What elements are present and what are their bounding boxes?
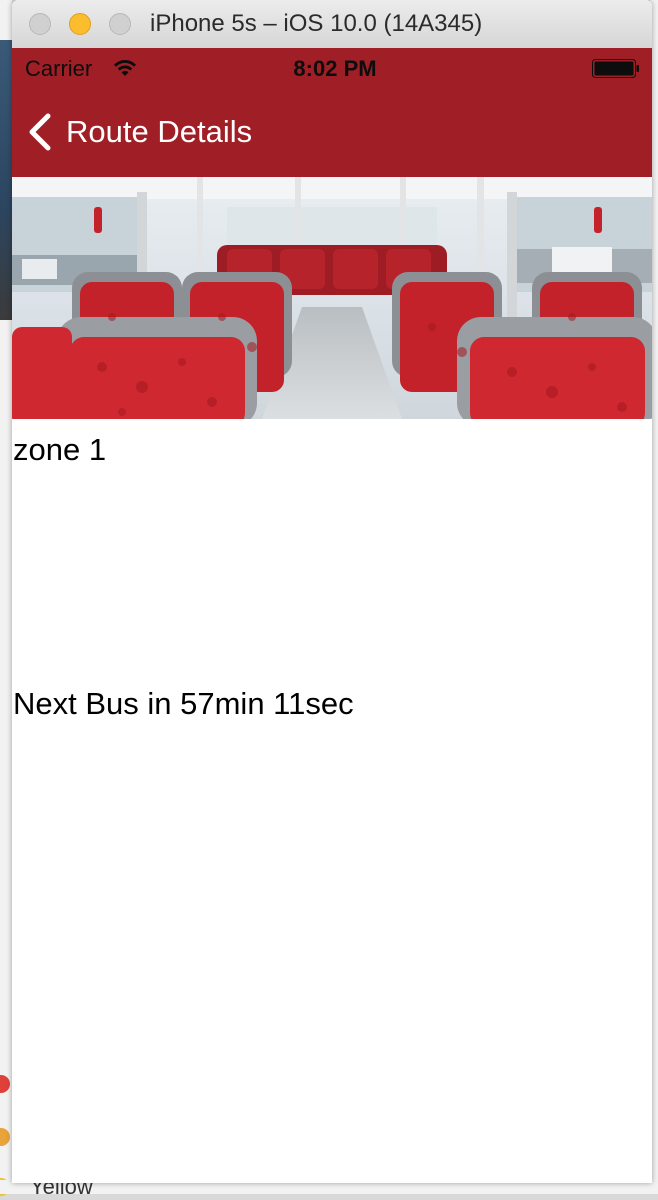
- window-close-button[interactable]: [29, 13, 51, 35]
- window-minimize-button[interactable]: [69, 13, 91, 35]
- window-titlebar[interactable]: iPhone 5s – iOS 10.0 (14A345): [12, 0, 652, 49]
- back-button[interactable]: Route Details: [26, 110, 252, 154]
- chevron-left-icon: [29, 113, 51, 151]
- window-title: iPhone 5s – iOS 10.0 (14A345): [150, 10, 483, 37]
- navigation-bar: Carrier 8:02 PM Route Details: [12, 48, 652, 177]
- bus-interior-illustration: [12, 177, 652, 419]
- window-zoom-button[interactable]: [109, 13, 131, 35]
- desktop-background-left: [0, 0, 12, 1194]
- next-bus-countdown: Next Bus in 57min 11sec: [13, 686, 354, 721]
- desktop-wallpaper-fragment: [0, 40, 12, 320]
- simulator-window: iPhone 5s – iOS 10.0 (14A345) Carrier 8:…: [12, 0, 652, 1183]
- back-button-label: Route Details: [66, 114, 253, 149]
- device-screen: Carrier 8:02 PM Route Details zone 1 Nex…: [12, 48, 652, 1183]
- battery-icon: [592, 59, 639, 78]
- status-bar: Carrier 8:02 PM: [12, 48, 652, 90]
- status-time: 8:02 PM: [293, 56, 377, 81]
- route-zone-label: zone 1: [13, 432, 107, 467]
- bus-interior-image: [12, 177, 652, 419]
